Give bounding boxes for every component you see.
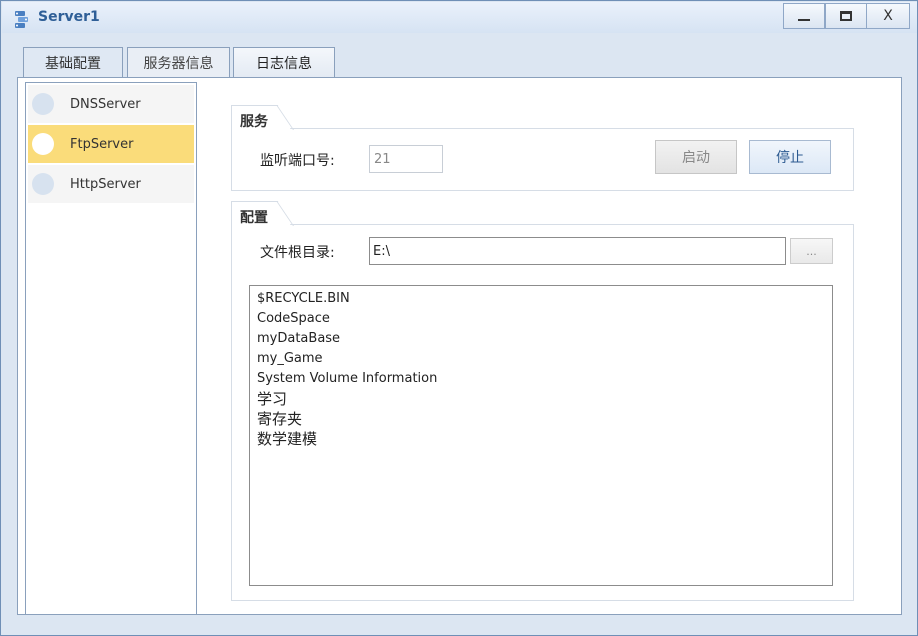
list-item[interactable]: 寄存夹	[257, 409, 832, 429]
list-item[interactable]: 学习	[257, 389, 832, 409]
server-status-icon	[32, 133, 54, 155]
list-item[interactable]: 数学建模	[257, 429, 832, 449]
file-list[interactable]: $RECYCLE.BIN CodeSpace myDataBase my_Gam…	[249, 285, 833, 586]
list-item[interactable]: $RECYCLE.BIN	[257, 289, 832, 309]
config-group-title: 配置	[240, 210, 268, 226]
tab-panel: DNSServer FtpServer HttpServer 服务 监听端口号:…	[17, 77, 902, 615]
maximize-button[interactable]	[825, 3, 867, 29]
server-status-icon	[32, 173, 54, 195]
server-item-label: HttpServer	[70, 176, 141, 192]
title-bar[interactable]: Server1 X	[2, 2, 917, 33]
server-item-label: FtpServer	[70, 136, 134, 152]
server-item-ftp[interactable]: FtpServer	[28, 125, 194, 163]
start-button[interactable]: 启动	[655, 140, 737, 174]
service-group-title: 服务	[240, 114, 268, 130]
server-status-icon	[32, 93, 54, 115]
tab-server-info[interactable]: 服务器信息	[127, 47, 230, 78]
root-dir-input[interactable]: E:\	[369, 237, 786, 265]
list-item[interactable]: System Volume Information	[257, 369, 832, 389]
browse-button[interactable]: ...	[790, 238, 833, 264]
server-list: DNSServer FtpServer HttpServer	[25, 82, 197, 615]
maximize-icon	[840, 11, 852, 21]
list-item[interactable]: my_Game	[257, 349, 832, 369]
server1-window: Server1 X 基础配置 服务器信息 日志信息 DNSServer FtpS…	[0, 0, 918, 636]
root-dir-label: 文件根目录:	[260, 245, 335, 261]
minimize-icon	[798, 19, 810, 21]
minimize-button[interactable]	[783, 3, 825, 29]
server-item-http[interactable]: HttpServer	[28, 165, 194, 203]
client-area: 基础配置 服务器信息 日志信息 DNSServer FtpServer Http…	[9, 35, 910, 629]
list-item[interactable]: myDataBase	[257, 329, 832, 349]
server-item-dns[interactable]: DNSServer	[28, 85, 194, 123]
server-app-icon	[15, 11, 28, 28]
close-button[interactable]: X	[866, 3, 910, 29]
window-title: Server1	[38, 9, 100, 25]
tab-log-info[interactable]: 日志信息	[233, 47, 335, 78]
server-item-label: DNSServer	[70, 96, 141, 112]
close-icon: X	[883, 8, 893, 24]
port-input[interactable]: 21	[369, 145, 443, 173]
config-group: 配置 文件根目录: E:\ ... $RECYCLE.BIN CodeSpace…	[231, 201, 854, 601]
service-group: 服务 监听端口号: 21 启动 停止	[231, 105, 854, 191]
list-item[interactable]: CodeSpace	[257, 309, 832, 329]
tab-basic-config[interactable]: 基础配置	[23, 47, 123, 78]
stop-button[interactable]: 停止	[749, 140, 831, 174]
port-label: 监听端口号:	[260, 153, 335, 169]
